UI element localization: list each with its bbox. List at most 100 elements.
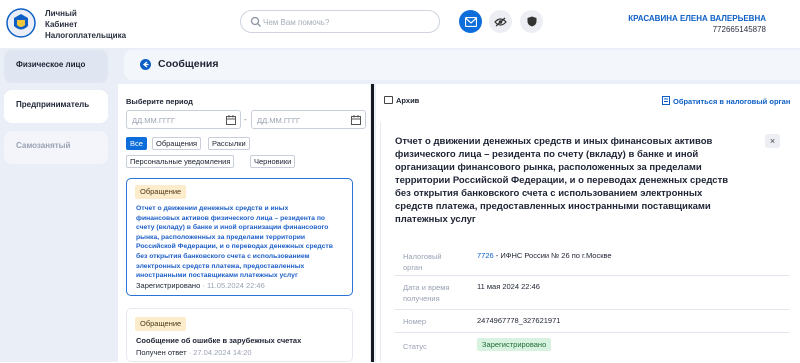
filter-chip-all[interactable]: Все — [126, 137, 147, 150]
close-button[interactable]: × — [765, 134, 780, 148]
filter-chip-requests[interactable]: Обращения — [152, 137, 202, 150]
status-badge: Зарегистрировано — [477, 338, 552, 351]
date-range-dash: - — [244, 115, 247, 124]
field-label: Налоговый орган — [403, 251, 473, 273]
message-date: 27.04.2024 14:20 — [193, 348, 252, 357]
message-card-selected[interactable]: Обращение Отчет о движении денежных сред… — [126, 178, 353, 296]
label-line: Налоговый — [403, 252, 442, 261]
brand-line-3: Налогоплательщика — [45, 31, 127, 40]
message-type-badge: Обращение — [135, 317, 187, 331]
messages-list-panel: Выберите период - Все Обращения Рассылки… — [118, 84, 370, 362]
field-value: 11 мая 2024 22:46 — [477, 282, 540, 291]
message-title-line: Отчет о движении денежных средств и иных — [136, 205, 289, 212]
field-row-datetime: Дата и время получения 11 мая 2024 22:46 — [395, 276, 789, 310]
document-icon — [662, 96, 670, 105]
visually-impaired-button[interactable] — [489, 10, 512, 33]
separator-dot: · — [202, 281, 205, 290]
sidebar-item-entrepreneur[interactable]: Предприниматель — [4, 90, 108, 123]
message-title-line: иностранными поставщиками платежных услу… — [136, 272, 298, 280]
eye-slash-icon — [494, 17, 507, 26]
field-label: Номер — [403, 317, 427, 326]
period-label: Выберите период — [126, 97, 193, 106]
date-from-field[interactable] — [126, 110, 241, 129]
brand-line-2: Кабинет — [45, 20, 78, 29]
message-status-row: Зарегистрировано · 11.05.2024 22:46 — [136, 281, 265, 290]
archive-label: Архив — [396, 96, 420, 105]
tax-office-code-link[interactable]: 7726 — [477, 251, 494, 260]
filter-chip-drafts[interactable]: Черновики — [250, 155, 296, 168]
tax-office-name: - ИФНС России № 26 по г.Москве — [495, 251, 612, 260]
detail-title-line: Отчет о движении денежных средств и иных… — [395, 136, 713, 147]
archive-icon — [384, 96, 393, 104]
arrow-left-icon — [142, 61, 149, 68]
date-to-input[interactable] — [257, 114, 347, 126]
field-value: 2474967778_327621971 — [477, 316, 561, 325]
calendar-icon[interactable] — [226, 115, 236, 125]
user-inn: 772665145878 — [712, 25, 766, 34]
contact-label: Обратиться в налоговый орган — [673, 97, 791, 106]
search-input[interactable] — [263, 14, 433, 30]
user-name[interactable]: КРАСАВИНА ЕЛЕНА ВАЛЕРЬЕВНА — [628, 13, 766, 24]
message-date: 11.05.2024 22:46 — [206, 281, 265, 290]
separator-dot: · — [188, 348, 192, 357]
field-row-status: Статус Зарегистрировано — [395, 333, 789, 363]
message-status: Получен ответ — [136, 348, 187, 357]
label-line: получения — [403, 294, 440, 303]
message-title: Сообщение об ошибке в зарубежных счетах — [136, 336, 302, 345]
message-card[interactable]: Обращение Сообщение об ошибке в зарубежн… — [126, 308, 353, 362]
message-title-line: Российской Федерации, и о переводах дене… — [136, 243, 333, 251]
message-title: Отчет о движении денежных средств и иных… — [136, 204, 348, 281]
detail-title-line: средств платежа, предоставленных иностра… — [395, 201, 711, 212]
calendar-icon[interactable] — [351, 115, 361, 125]
message-detail-title: Отчет о движении денежных средств и иных… — [395, 135, 755, 226]
field-label: Дата и время получения — [403, 282, 473, 304]
contact-tax-office-link[interactable]: Обратиться в налоговый орган — [662, 96, 790, 106]
detail-title-line: платежных услуг — [395, 214, 476, 225]
sidebar-item-label: Предприниматель — [16, 100, 90, 109]
security-button[interactable] — [520, 10, 543, 33]
back-button[interactable] — [140, 59, 151, 70]
user-profile[interactable]: КРАСАВИНА ЕЛЕНА ВАЛЕРЬЕВНА 772665145878 — [628, 13, 766, 35]
sidebar-item-individual[interactable]: Физическое лицо — [4, 50, 108, 83]
field-row-tax-office: Налоговый орган 7726 - ИФНС России № 26 п… — [395, 243, 789, 276]
message-detail-panel: Архив Обратиться в налоговый орган Отчет… — [376, 84, 800, 362]
message-detail-card: Отчет о движении денежных средств и иных… — [380, 122, 794, 362]
date-to-field[interactable] — [251, 110, 366, 129]
field-value: Зарегистрировано — [477, 338, 552, 351]
detail-title-line: организации финансового рынка, расположе… — [395, 162, 702, 173]
header: Личный Кабинет Налогоплательщика КРАСАВИ… — [0, 0, 800, 48]
shield-icon — [527, 16, 536, 27]
page-title-bar: Сообщения — [124, 50, 800, 80]
detail-title-line: территории Российской Федерации, и о пер… — [395, 175, 729, 186]
brand-line-1: Личный — [45, 9, 77, 18]
label-line: орган — [403, 263, 423, 272]
detail-title-line: физического лица – резидента по счету (в… — [395, 149, 699, 160]
message-title-line: рынка, расположенных за пределами террит… — [136, 233, 306, 241]
fns-emblem-icon[interactable] — [6, 8, 36, 38]
message-status: Зарегистрировано — [136, 281, 201, 290]
message-type-badge: Обращение — [135, 185, 187, 199]
detail-title-line: без открытия банковского счета с использ… — [395, 188, 703, 199]
panel-divider — [371, 84, 374, 362]
field-value: 7726 - ИФНС России № 26 по г.Москве — [477, 251, 612, 260]
filter-chip-personal-notices[interactable]: Персональные уведомления — [126, 155, 235, 168]
page-title: Сообщения — [158, 58, 219, 70]
sidebar-item-label: Самозанятый — [16, 141, 71, 150]
search-box[interactable] — [240, 10, 440, 33]
archive-button[interactable]: Архив — [384, 96, 419, 105]
mail-icon — [464, 16, 477, 27]
message-title-line: финансовых активов физического лица – ре… — [136, 214, 326, 222]
message-title-line: без открытия банковского счета с использ… — [136, 252, 310, 260]
search-icon — [250, 16, 261, 27]
field-label: Статус — [403, 342, 427, 351]
sidebar-item-label: Физическое лицо — [16, 60, 86, 69]
brand-title[interactable]: Личный Кабинет Налогоплательщика — [45, 8, 126, 41]
field-row-number: Номер 2474967778_327621971 — [395, 310, 789, 333]
message-title-line: счету (вкладу) в банке и иной организаци… — [136, 224, 329, 232]
sidebar-item-self-employed[interactable]: Самозанятый — [4, 131, 108, 164]
messages-button[interactable] — [459, 10, 482, 33]
date-from-input[interactable] — [132, 114, 222, 126]
message-status-row: Получен ответ · 27.04.2024 14:20 — [136, 348, 252, 357]
label-line: Дата и время — [403, 283, 450, 292]
filter-chip-mailings[interactable]: Рассылки — [208, 137, 250, 150]
